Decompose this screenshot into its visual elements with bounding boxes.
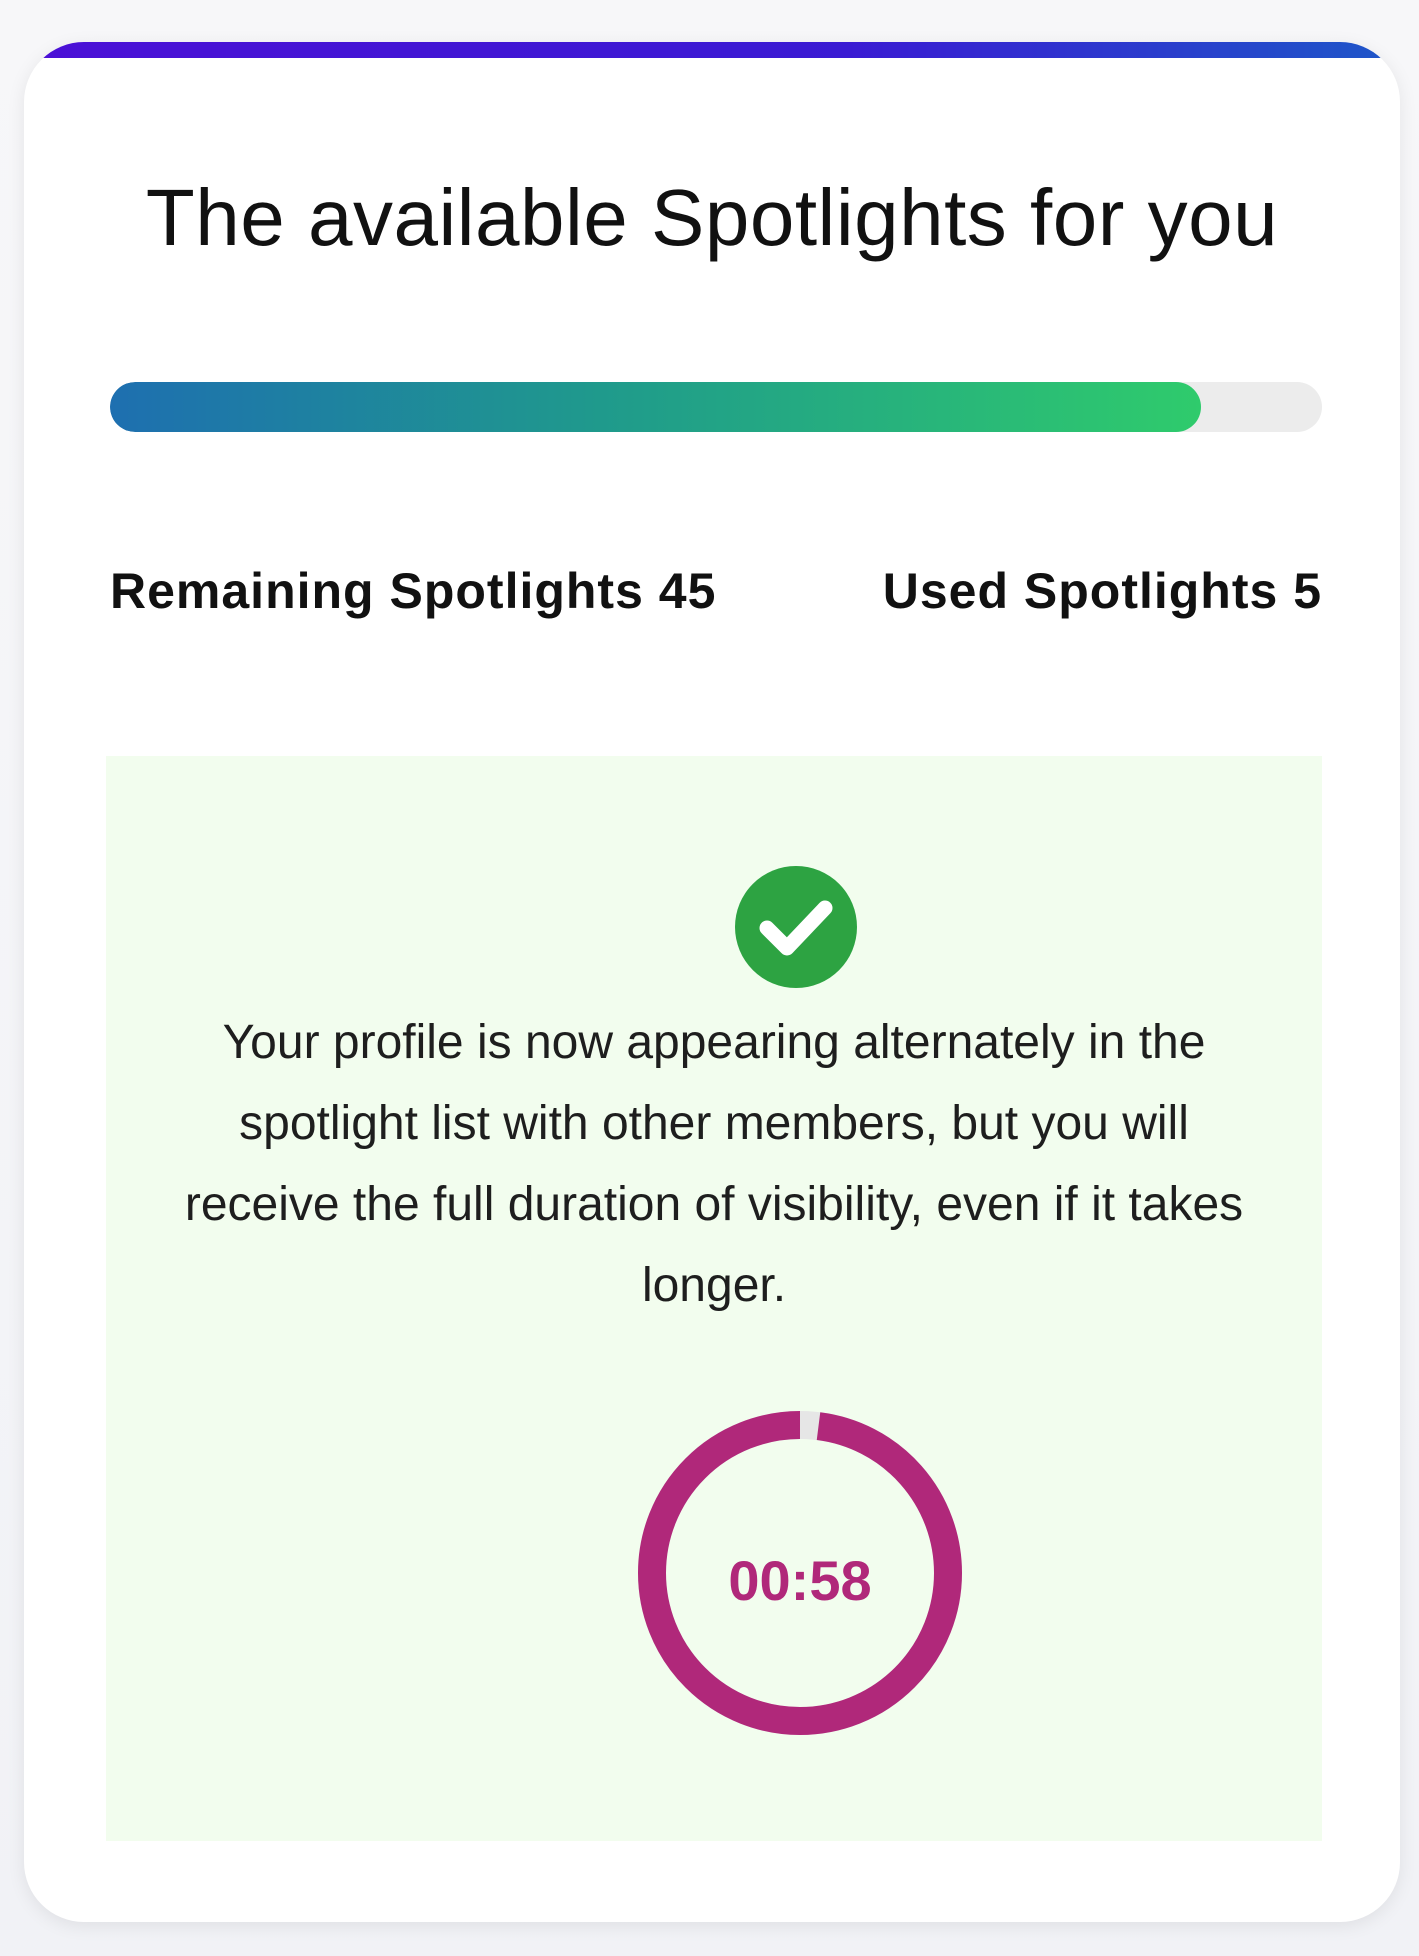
success-notice: Your profile is now appearing alternatel…: [106, 756, 1322, 1841]
remaining-spotlights-label: Remaining Spotlights 45: [110, 563, 717, 619]
spotlight-stats: Remaining Spotlights 45 Used Spotlights …: [110, 562, 1322, 620]
check-circle-icon: [735, 866, 857, 988]
spotlight-progress-bar: [110, 382, 1322, 432]
countdown-timer: 00:58: [630, 1403, 970, 1743]
progress-fill: [110, 382, 1201, 432]
card-accent-bar: [24, 42, 1400, 58]
notice-message: Your profile is now appearing alternatel…: [184, 1016, 1244, 1312]
spotlight-card: The available Spotlights for you Remaini…: [24, 42, 1400, 1922]
timer-label: 00:58: [728, 1549, 872, 1612]
card-title: The available Spotlights for you: [145, 173, 1279, 262]
page: The available Spotlights for you Remaini…: [0, 0, 1419, 1956]
used-spotlights-label: Used Spotlights 5: [882, 563, 1322, 619]
